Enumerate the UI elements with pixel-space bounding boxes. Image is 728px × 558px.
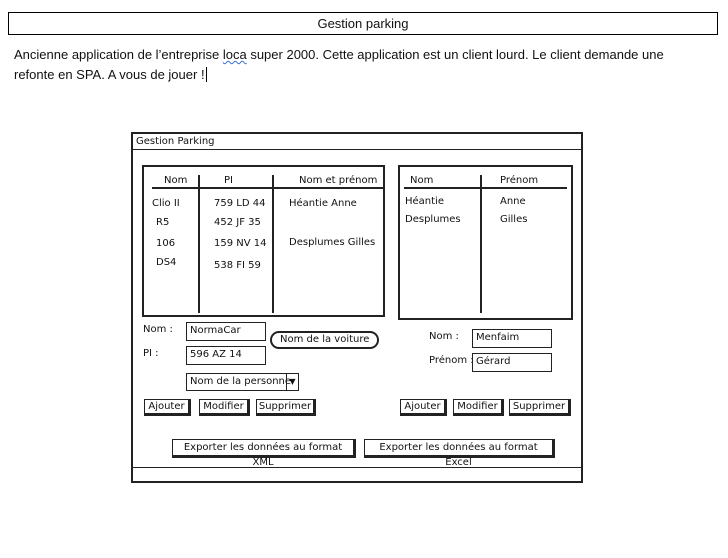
people-table[interactable]: Nom Prénom Héantie Anne Desplumes Gilles bbox=[398, 165, 573, 320]
cars-col-divider bbox=[198, 175, 200, 313]
people-col-nom[interactable]: Nom bbox=[410, 175, 433, 186]
person-nom-label: Nom : bbox=[429, 331, 459, 342]
cell-car-name: R5 bbox=[156, 217, 170, 228]
cell-car-name: Clio II bbox=[152, 198, 180, 209]
cell-car-pi: 759 LD 44 bbox=[214, 198, 266, 209]
person-select-value: Nom de la personne bbox=[190, 376, 292, 387]
cars-col-divider bbox=[272, 175, 274, 313]
car-nom-label: Nom : bbox=[143, 324, 173, 335]
document-title: Gestion parking bbox=[8, 12, 718, 35]
wireframe-title: Gestion Parking bbox=[133, 134, 581, 150]
car-add-button[interactable]: Ajouter bbox=[144, 399, 191, 416]
cell-car-name: 106 bbox=[156, 238, 176, 249]
cars-header-line bbox=[152, 187, 384, 189]
wireframe-window: Gestion Parking Nom PI Nom et prénom Cli… bbox=[131, 132, 583, 483]
people-col-divider bbox=[480, 175, 482, 313]
cell-car-owner: Desplumes Gilles bbox=[289, 237, 376, 248]
person-edit-button[interactable]: Modifier bbox=[453, 399, 504, 416]
export-xml-button[interactable]: Exporter les données au format XML bbox=[172, 439, 356, 468]
person-select[interactable]: Nom de la personne ▼ bbox=[186, 373, 299, 391]
paragraph-text-1: Ancienne application de l’entreprise bbox=[14, 47, 223, 62]
cell-car-pi: 538 FI 59 bbox=[214, 260, 261, 271]
cell-person-prenom: Gilles bbox=[500, 214, 528, 225]
car-edit-button[interactable]: Modifier bbox=[199, 399, 250, 416]
person-delete-button[interactable]: Supprimer bbox=[509, 399, 571, 416]
person-prenom-input[interactable]: Gérard bbox=[472, 353, 552, 372]
person-add-button[interactable]: Ajouter bbox=[400, 399, 447, 416]
car-delete-button[interactable]: Supprimer bbox=[256, 399, 316, 416]
cars-table[interactable]: Nom PI Nom et prénom Clio II 759 LD 44 H… bbox=[142, 165, 385, 317]
wireframe-status-bar bbox=[133, 467, 581, 481]
cell-car-pi: 159 NV 14 bbox=[214, 238, 267, 249]
paragraph-text-3: refonte en SPA. A vous de jouer ! bbox=[14, 67, 205, 82]
car-name-tooltip: Nom de la voiture bbox=[270, 331, 380, 349]
text-caret bbox=[205, 67, 207, 82]
cell-person-nom: Desplumes bbox=[405, 214, 461, 225]
export-excel-button[interactable]: Exporter les données au format Excel bbox=[364, 439, 555, 468]
cell-person-nom: Héantie bbox=[405, 196, 444, 207]
cars-col-owner[interactable]: Nom et prénom bbox=[299, 175, 377, 186]
person-nom-input[interactable]: Menfaim bbox=[472, 329, 552, 348]
cell-car-owner: Héantie Anne bbox=[289, 198, 357, 209]
cell-car-pi: 452 JF 35 bbox=[214, 217, 261, 228]
person-prenom-label: Prénom : bbox=[429, 355, 474, 366]
cell-car-name: DS4 bbox=[156, 257, 177, 268]
cars-col-nom[interactable]: Nom bbox=[164, 175, 187, 186]
cell-person-prenom: Anne bbox=[500, 196, 526, 207]
people-header-line bbox=[404, 187, 567, 189]
people-col-prenom[interactable]: Prénom bbox=[500, 175, 538, 186]
car-pi-label: PI : bbox=[143, 348, 159, 359]
paragraph-text-2: super 2000. Cette application est un cli… bbox=[246, 47, 664, 62]
spellcheck-word: loca bbox=[222, 47, 247, 62]
car-pi-input[interactable]: 596 AZ 14 bbox=[186, 346, 266, 365]
chevron-down-icon[interactable]: ▼ bbox=[286, 374, 298, 390]
document-paragraph[interactable]: Ancienne application de l’entreprise loc… bbox=[14, 45, 714, 85]
cars-col-pi[interactable]: PI bbox=[224, 175, 233, 186]
car-name-input[interactable]: NormaCar bbox=[186, 322, 266, 341]
